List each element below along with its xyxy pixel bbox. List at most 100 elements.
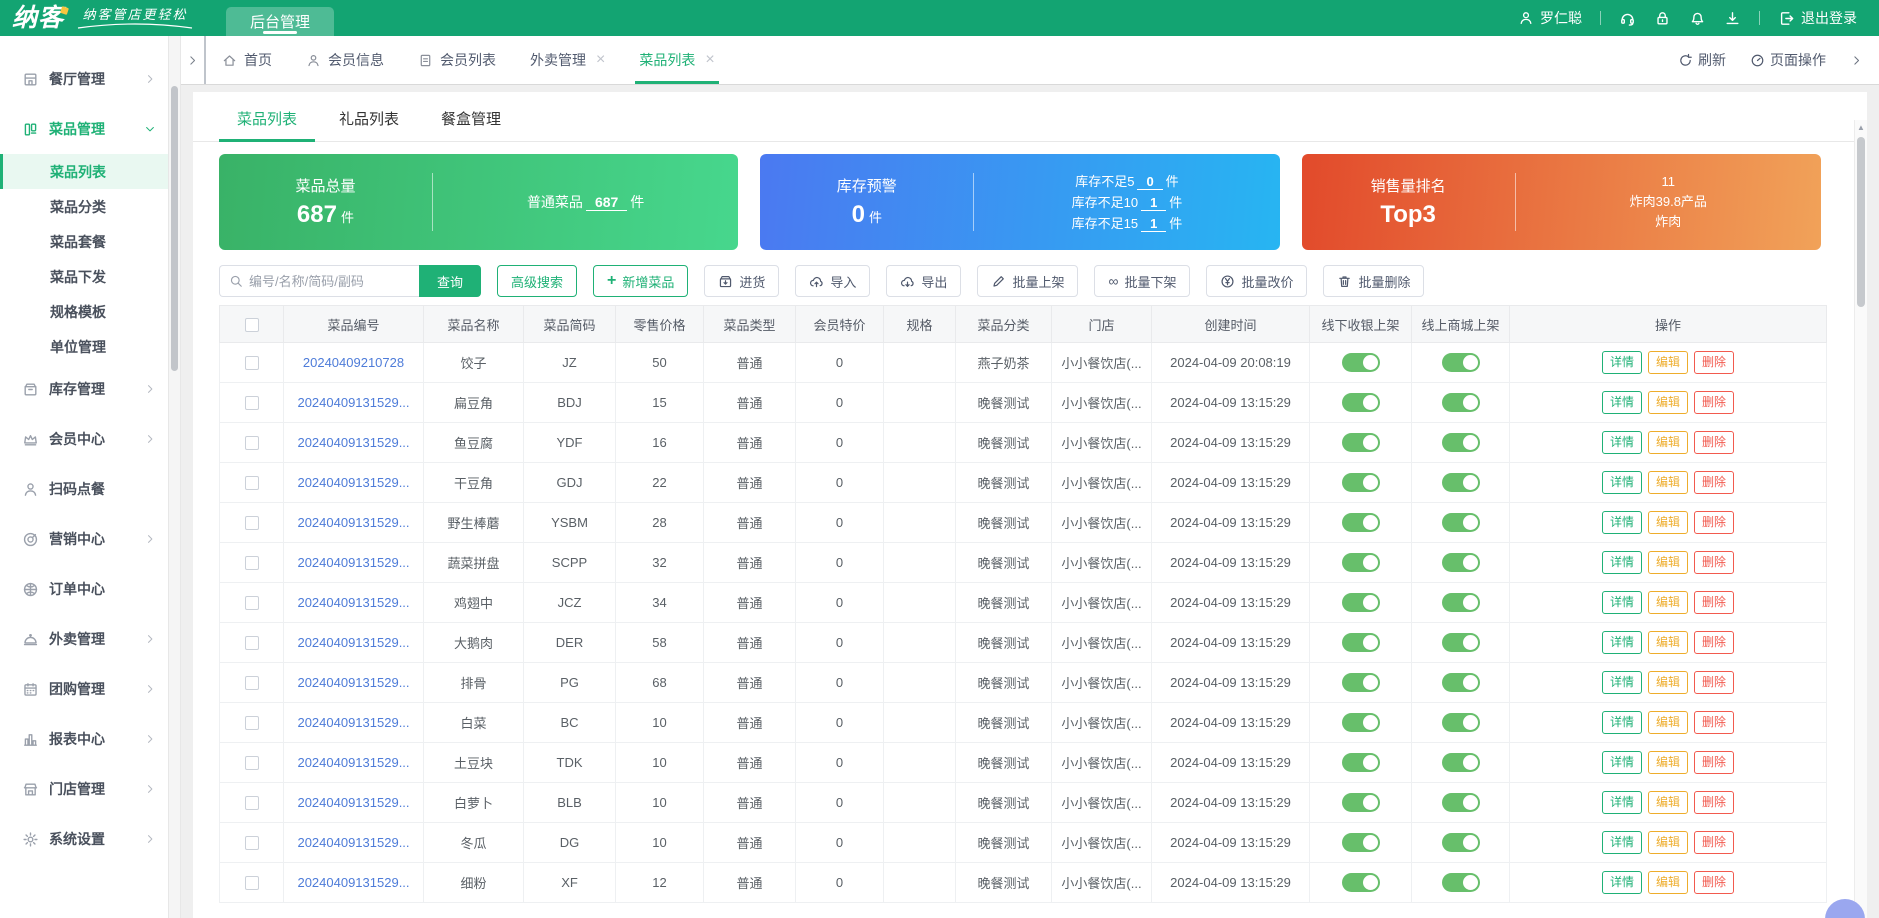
- row-checkbox[interactable]: [244, 716, 259, 731]
- row-checkbox[interactable]: [244, 876, 259, 891]
- detail-button[interactable]: 详情: [1601, 631, 1642, 654]
- sidebar-item[interactable]: 库存管理: [0, 364, 168, 414]
- offline-cashier-toggle[interactable]: [1341, 633, 1380, 652]
- online-mall-toggle[interactable]: [1441, 873, 1480, 892]
- online-mall-toggle[interactable]: [1441, 793, 1480, 812]
- sidebar-subitem[interactable]: 菜品列表: [0, 154, 168, 189]
- sidebar-item[interactable]: 订单中心: [0, 564, 168, 614]
- sidebar-item[interactable]: 门店管理: [0, 764, 168, 814]
- dish-id-link[interactable]: 20240409131529...: [297, 555, 409, 570]
- delete-button[interactable]: 删除: [1694, 631, 1735, 654]
- edit-button[interactable]: 编辑: [1647, 351, 1688, 374]
- row-checkbox[interactable]: [244, 796, 259, 811]
- offline-cashier-toggle[interactable]: [1341, 873, 1380, 892]
- tab[interactable]: 会员信息: [306, 36, 384, 84]
- online-mall-toggle[interactable]: [1441, 513, 1480, 532]
- edit-button[interactable]: 编辑: [1647, 591, 1688, 614]
- dish-id-link[interactable]: 20240409131529...: [297, 635, 409, 650]
- dish-id-link[interactable]: 20240409131529...: [297, 875, 409, 890]
- offline-cashier-toggle[interactable]: [1341, 353, 1380, 372]
- sidebar-item[interactable]: 会员中心: [0, 414, 168, 464]
- dish-id-link[interactable]: 20240409131529...: [297, 835, 409, 850]
- detail-button[interactable]: 详情: [1601, 751, 1642, 774]
- dish-id-link[interactable]: 20240409210728: [303, 355, 404, 370]
- online-mall-toggle[interactable]: [1441, 633, 1480, 652]
- detail-button[interactable]: 详情: [1601, 831, 1642, 854]
- sidebar-item[interactable]: 菜品管理: [0, 104, 168, 154]
- logout-button[interactable]: 退出登录: [1778, 8, 1857, 28]
- refresh-button[interactable]: 刷新: [1678, 50, 1726, 70]
- backend-admin-tab[interactable]: 后台管理: [226, 7, 335, 36]
- edit-button[interactable]: 编辑: [1647, 511, 1688, 534]
- current-user[interactable]: 罗仁聪: [1518, 8, 1582, 28]
- bell-icon[interactable]: [1689, 10, 1706, 27]
- edit-button[interactable]: 编辑: [1647, 791, 1688, 814]
- row-checkbox[interactable]: [244, 476, 259, 491]
- scroll-up-arrow-icon[interactable]: ▲: [1855, 120, 1867, 132]
- dish-id-link[interactable]: 20240409131529...: [297, 395, 409, 410]
- row-checkbox[interactable]: [244, 396, 259, 411]
- sidebar-subitem[interactable]: 单位管理: [0, 329, 168, 364]
- row-checkbox[interactable]: [244, 756, 259, 771]
- delete-button[interactable]: 删除: [1694, 831, 1735, 854]
- delete-button[interactable]: 删除: [1694, 671, 1735, 694]
- row-checkbox[interactable]: [244, 596, 259, 611]
- search-button[interactable]: 查询: [419, 265, 482, 297]
- detail-button[interactable]: 详情: [1601, 551, 1642, 574]
- offline-cashier-toggle[interactable]: [1341, 593, 1380, 612]
- edit-button[interactable]: 编辑: [1647, 871, 1688, 894]
- offline-cashier-toggle[interactable]: [1341, 753, 1380, 772]
- edit-button[interactable]: 编辑: [1647, 551, 1688, 574]
- delete-button[interactable]: 删除: [1694, 711, 1735, 734]
- detail-button[interactable]: 详情: [1601, 711, 1642, 734]
- add-dish-button[interactable]: + 新增菜品: [593, 265, 689, 297]
- close-icon[interactable]: ×: [596, 52, 605, 68]
- main-scrollbar[interactable]: ▲: [1854, 120, 1867, 918]
- row-checkbox[interactable]: [244, 636, 259, 651]
- edit-button[interactable]: 编辑: [1647, 831, 1688, 854]
- detail-button[interactable]: 详情: [1601, 671, 1642, 694]
- row-checkbox[interactable]: [244, 356, 259, 371]
- toolbar-button[interactable]: 批量删除: [1323, 265, 1425, 297]
- tab[interactable]: 首页: [222, 36, 272, 84]
- toolbar-button[interactable]: 导入: [795, 265, 871, 297]
- close-icon[interactable]: ×: [705, 52, 714, 68]
- dish-id-link[interactable]: 20240409131529...: [297, 515, 409, 530]
- tab[interactable]: 会员列表: [418, 36, 496, 84]
- delete-button[interactable]: 删除: [1694, 751, 1735, 774]
- detail-button[interactable]: 详情: [1601, 871, 1642, 894]
- row-checkbox[interactable]: [244, 516, 259, 531]
- offline-cashier-toggle[interactable]: [1341, 553, 1380, 572]
- dish-id-link[interactable]: 20240409131529...: [297, 755, 409, 770]
- sidebar-subitem[interactable]: 菜品分类: [0, 189, 168, 224]
- edit-button[interactable]: 编辑: [1647, 711, 1688, 734]
- detail-button[interactable]: 详情: [1601, 351, 1642, 374]
- delete-button[interactable]: 删除: [1694, 511, 1735, 534]
- detail-button[interactable]: 详情: [1601, 391, 1642, 414]
- edit-button[interactable]: 编辑: [1647, 631, 1688, 654]
- online-mall-toggle[interactable]: [1441, 713, 1480, 732]
- toolbar-button[interactable]: 批量改价: [1206, 265, 1308, 297]
- edit-button[interactable]: 编辑: [1647, 391, 1688, 414]
- sidebar-subitem[interactable]: 规格模板: [0, 294, 168, 329]
- offline-cashier-toggle[interactable]: [1341, 673, 1380, 692]
- dish-id-link[interactable]: 20240409131529...: [297, 675, 409, 690]
- edit-button[interactable]: 编辑: [1647, 471, 1688, 494]
- download-icon[interactable]: [1724, 10, 1741, 27]
- offline-cashier-toggle[interactable]: [1341, 833, 1380, 852]
- edit-button[interactable]: 编辑: [1647, 671, 1688, 694]
- detail-button[interactable]: 详情: [1601, 591, 1642, 614]
- subtab[interactable]: 礼品列表: [321, 108, 417, 142]
- dish-id-link[interactable]: 20240409131529...: [297, 595, 409, 610]
- tab[interactable]: 菜品列表 ×: [635, 36, 720, 84]
- sidebar-subitem[interactable]: 菜品套餐: [0, 224, 168, 259]
- toolbar-button[interactable]: 导出: [886, 265, 962, 297]
- sidebar-item[interactable]: 报表中心: [0, 714, 168, 764]
- online-mall-toggle[interactable]: [1441, 593, 1480, 612]
- edit-button[interactable]: 编辑: [1647, 431, 1688, 454]
- sidebar-item[interactable]: 团购管理: [0, 664, 168, 714]
- search-input[interactable]: [249, 273, 410, 289]
- detail-button[interactable]: 详情: [1601, 511, 1642, 534]
- online-mall-toggle[interactable]: [1441, 393, 1480, 412]
- offline-cashier-toggle[interactable]: [1341, 513, 1380, 532]
